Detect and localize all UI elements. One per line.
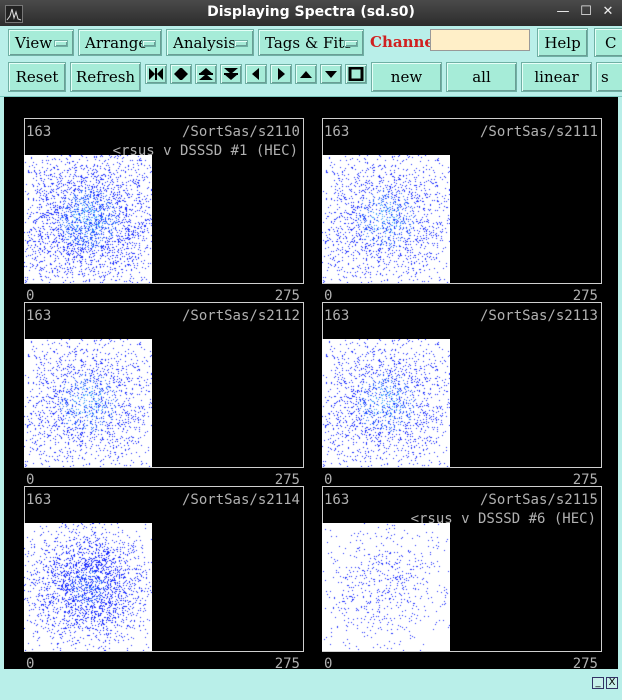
close-display-icon[interactable]: X: [606, 677, 618, 689]
zoom-out-x-icon[interactable]: [170, 64, 192, 84]
spectrum-name-label: /SortSas/s2114: [181, 492, 300, 508]
scroll-up-icon[interactable]: [295, 64, 317, 84]
scroll-right-icon[interactable]: [270, 64, 292, 84]
view-menu-label: View: [15, 33, 53, 52]
spectrum-name-label: /SortSas/s2110: [181, 124, 300, 140]
spectrum-subtitle-label: <rsus v DSSSD #6 (HEC): [410, 511, 596, 527]
channel-input[interactable]: [430, 29, 530, 51]
menu-indicator-icon: [54, 39, 68, 47]
x-axis-max-label: 275: [274, 656, 300, 669]
help-button[interactable]: Help: [537, 28, 588, 57]
refresh-button[interactable]: Refresh: [70, 62, 141, 92]
zoom-in-x-icon[interactable]: [145, 64, 167, 84]
spectrum-plot-2[interactable]: [322, 155, 450, 283]
analysis-menu-button[interactable]: Analysis: [166, 29, 254, 56]
minimize-window-icon[interactable]: —: [554, 3, 572, 21]
minimize-display-icon[interactable]: _: [592, 677, 604, 689]
menu-indicator-icon: [234, 39, 248, 47]
linear-button[interactable]: linear: [521, 62, 592, 92]
maximize-window-icon[interactable]: ☐: [577, 3, 595, 21]
reset-button[interactable]: Reset: [8, 62, 66, 92]
full-view-icon[interactable]: [345, 64, 367, 84]
analysis-menu-label: Analysis: [173, 33, 236, 52]
spectrum-name-label: /SortSas/s2112: [181, 308, 300, 324]
spectrum-name-label: /SortSas/s2111: [479, 124, 598, 140]
window-title: Displaying Spectra (sd.s0): [207, 4, 415, 20]
new-button[interactable]: new: [371, 62, 442, 92]
status-bar: [0, 670, 622, 700]
scroll-down-icon[interactable]: [320, 64, 342, 84]
spectrum-name-label: /SortSas/s2113: [479, 308, 598, 324]
arrange-menu-button[interactable]: Arrange: [78, 29, 162, 56]
c-button[interactable]: C: [594, 28, 622, 57]
view-menu-button[interactable]: View: [8, 29, 74, 56]
zoom-in-y-icon[interactable]: [195, 64, 217, 84]
spectrum-plot-3[interactable]: [24, 339, 152, 467]
menu-indicator-icon: [142, 39, 156, 47]
all-button[interactable]: all: [446, 62, 517, 92]
spectrum-plot-6[interactable]: [322, 523, 450, 651]
tags-fits-menu-button[interactable]: Tags & Fits: [258, 29, 364, 56]
s-button[interactable]: s: [596, 62, 622, 92]
arrange-menu-label: Arrange: [85, 33, 148, 52]
spectrum-plot-4[interactable]: [322, 339, 450, 467]
zoom-out-y-icon[interactable]: [220, 64, 242, 84]
spectrum-plot-1[interactable]: [24, 155, 152, 283]
menu-indicator-icon: [344, 39, 358, 47]
tags-fits-menu-label: Tags & Fits: [265, 33, 352, 52]
scroll-left-icon[interactable]: [245, 64, 267, 84]
x-axis-max-label: 275: [572, 656, 598, 669]
spectrum-subtitle-label: <rsus v DSSSD #1 (HEC): [112, 143, 298, 159]
spectrum-plot-5[interactable]: [24, 523, 152, 651]
spectra-display[interactable]: 163/SortSas/s2110 <rsus v DSSSD #1 (HEC) 0…: [4, 97, 618, 669]
close-window-icon[interactable]: ✕: [599, 3, 617, 21]
spectrum-name-label: /SortSas/s2115: [479, 492, 598, 508]
title-bar: Displaying Spectra (sd.s0) — ☐ ✕: [0, 0, 622, 26]
